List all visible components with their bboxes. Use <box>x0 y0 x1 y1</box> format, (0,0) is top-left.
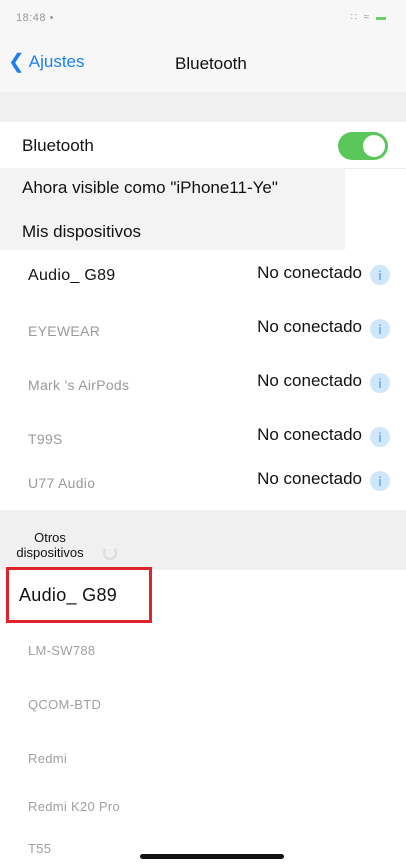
other-device-name: Redmi <box>28 751 68 766</box>
bluetooth-toggle-row: Bluetooth <box>0 122 406 169</box>
device-row-audio-g89[interactable]: Audio_ G89 No conectado i <box>0 250 406 304</box>
other-device-name: T55 <box>28 841 52 856</box>
other-devices-title: Otros dispositivos <box>16 530 84 560</box>
visibility-text: Ahora visible como "iPhone11-Ye" <box>22 178 278 197</box>
page-title: Bluetooth <box>175 54 247 73</box>
device-status: No conectado <box>257 371 362 390</box>
chevron-left-icon: ❮ <box>8 51 25 73</box>
device-row-eyewear[interactable]: EYEWEAR No conectado i <box>0 304 406 358</box>
visibility-row: Ahora visible como "iPhone11-Ye" <box>0 168 345 212</box>
device-name: U77 Audio <box>28 475 96 491</box>
bluetooth-toggle[interactable] <box>338 132 388 160</box>
info-icon[interactable]: i <box>370 427 390 447</box>
device-status: No conectado <box>257 425 362 444</box>
device-row-airpods[interactable]: Mark 's AirPods No conectado i <box>0 358 406 412</box>
device-name: Audio_ G89 <box>28 267 116 284</box>
status-time: 18:48 • <box>16 12 54 24</box>
other-device-row[interactable]: T55 <box>0 830 406 867</box>
device-name: Mark 's AirPods <box>28 377 130 393</box>
status-bar: 18:48 • ∷ ≈ ▬ <box>0 0 406 40</box>
info-icon[interactable]: i <box>370 471 390 491</box>
my-devices-header: Mis dispositivos <box>0 212 345 250</box>
toggle-knob <box>363 135 385 157</box>
info-icon[interactable]: i <box>370 265 390 285</box>
status-icons: ∷ ≈ ▬ <box>351 12 388 23</box>
other-device-row[interactable]: QCOM-BTD <box>0 678 406 732</box>
section-spacer <box>0 92 406 122</box>
device-status: No conectado <box>257 317 362 336</box>
device-status: No conectado <box>257 263 362 282</box>
info-icon[interactable]: i <box>370 373 390 393</box>
other-devices-header: Otros dispositivos <box>0 510 406 570</box>
device-row-u77-audio[interactable]: U77 Audio No conectado i <box>0 456 406 510</box>
highlighted-device-name: Audio_ G89 <box>19 585 118 605</box>
bluetooth-settings-screen: 18:48 • ∷ ≈ ▬ ❮ Ajustes Bluetooth Blueto… <box>0 0 406 867</box>
device-name: T99S <box>28 431 63 447</box>
back-label: Ajustes <box>28 52 85 71</box>
battery-icon: ▬ <box>376 12 388 23</box>
other-device-row[interactable]: Redmi <box>0 732 406 786</box>
other-device-name: LM-SW788 <box>28 643 96 658</box>
info-icon[interactable]: i <box>370 319 390 339</box>
signal-wifi-icon: ∷ ≈ <box>350 12 372 23</box>
other-device-name: Redmi K20 Pro <box>28 799 121 814</box>
back-button[interactable]: ❮ Ajustes <box>8 52 85 72</box>
highlighted-device-audio-g89[interactable]: Audio_ G89 <box>6 567 152 623</box>
device-status: No conectado <box>257 469 362 488</box>
nav-bar: ❮ Ajustes Bluetooth <box>0 40 406 92</box>
my-devices-title: Mis dispositivos <box>22 222 142 241</box>
bluetooth-label: Bluetooth <box>22 136 94 155</box>
other-device-row[interactable]: LM-SW788 <box>0 624 406 678</box>
home-indicator[interactable] <box>140 854 284 859</box>
other-device-row[interactable]: Redmi K20 Pro <box>0 780 406 834</box>
device-name: EYEWEAR <box>28 323 101 339</box>
spinner-icon <box>103 546 117 560</box>
other-device-name: QCOM-BTD <box>28 697 102 712</box>
